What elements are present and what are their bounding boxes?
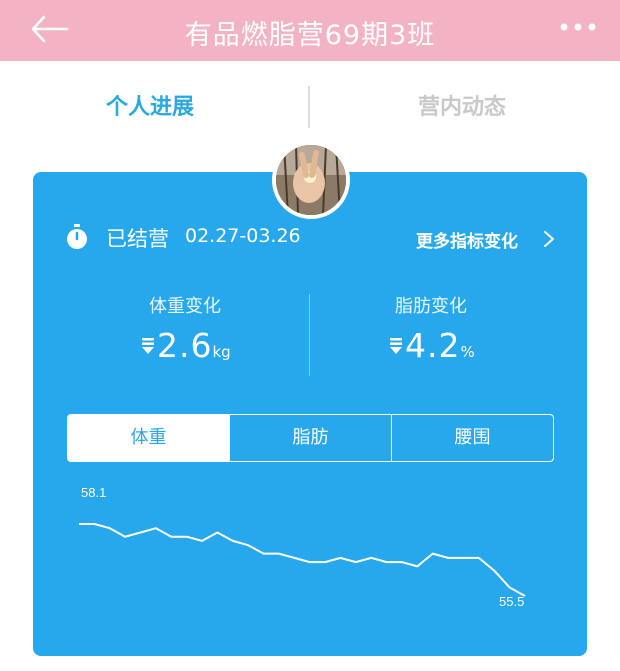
weight-change-value: 2.6kg (141, 326, 231, 365)
metric-segmented-control: 体重 脂肪 腰围 (67, 414, 554, 462)
segment-waist[interactable]: 腰围 (391, 415, 553, 461)
weight-line-chart: 58.1 55.5 (79, 485, 526, 609)
weight-change-title: 体重变化 (149, 296, 221, 317)
chevron-right-icon[interactable] (543, 230, 555, 248)
tab-camp-feed[interactable]: 营内动态 (418, 89, 506, 121)
more-dots-icon[interactable] (558, 20, 598, 34)
tab-divider (308, 86, 310, 128)
more-metrics-link[interactable]: 更多指标变化 (416, 227, 518, 252)
stopwatch-icon (67, 224, 87, 249)
camp-status: 已结营 (106, 227, 169, 251)
avatar-photo (276, 145, 346, 215)
progress-card: 已结营 02.27-03.26 更多指标变化 体重变化 2.6kg 脂肪变化 4… (33, 172, 587, 656)
fat-change-title: 脂肪变化 (395, 296, 467, 317)
top-bar: 有品燃脂营69期3班 (0, 0, 620, 61)
chart-min-label: 55.5 (499, 594, 524, 609)
weight-change-number: 2.6 (157, 326, 213, 365)
weight-change-unit: kg (212, 343, 231, 361)
decrease-arrow-icon (390, 338, 402, 354)
segment-fat[interactable]: 脂肪 (229, 415, 391, 461)
decrease-arrow-icon (142, 338, 154, 354)
weight-series-line (79, 523, 526, 597)
camp-date-range: 02.27-03.26 (185, 225, 301, 247)
segment-weight[interactable]: 体重 (68, 415, 229, 461)
avatar[interactable] (272, 141, 350, 219)
fat-change-unit: % (460, 343, 475, 361)
page-title: 有品燃脂营69期3班 (184, 20, 436, 51)
tab-personal-progress[interactable]: 个人进展 (106, 89, 194, 121)
chart-max-label: 58.1 (81, 485, 106, 500)
fat-change-number: 4.2 (405, 326, 461, 365)
metric-divider (309, 294, 310, 376)
fat-change-value: 4.2% (389, 326, 475, 365)
